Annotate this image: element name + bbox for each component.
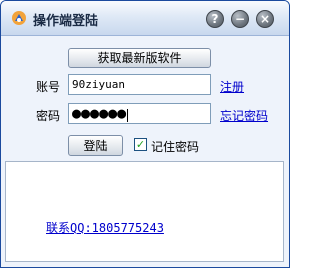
- register-link[interactable]: 注册: [220, 78, 244, 95]
- help-icon: ?: [211, 12, 219, 26]
- minimize-icon: −: [234, 12, 246, 26]
- close-icon: ×: [259, 12, 271, 26]
- app-logo-icon: [12, 11, 26, 25]
- login-window: 操作端登陆 ? − × 获取最新版软件 账号 90ziyuan 注册 密码 ●●…: [0, 0, 290, 268]
- account-input[interactable]: 90ziyuan: [68, 74, 211, 95]
- fetch-latest-button[interactable]: 获取最新版软件: [68, 48, 211, 68]
- forgot-password-link[interactable]: 忘记密码: [220, 107, 268, 124]
- account-label: 账号: [36, 80, 61, 94]
- title-bar[interactable]: 操作端登陆 ? − ×: [1, 1, 289, 36]
- remember-password-checkbox[interactable]: ✓: [134, 138, 147, 151]
- password-input[interactable]: ●●●●●●: [68, 103, 211, 124]
- info-panel: 联系QQ:1805775243: [5, 161, 284, 262]
- remember-password-label[interactable]: 记住密码: [151, 138, 199, 155]
- password-label: 密码: [36, 109, 61, 123]
- help-button[interactable]: ?: [206, 10, 224, 28]
- login-button[interactable]: 登陆: [68, 135, 123, 156]
- window-title: 操作端登陆: [33, 14, 99, 29]
- close-button[interactable]: ×: [256, 10, 274, 28]
- contact-qq-link[interactable]: 联系QQ:1805775243: [46, 219, 164, 236]
- text-caret: [127, 108, 129, 122]
- password-mask: ●●●●●●: [72, 104, 127, 122]
- minimize-button[interactable]: −: [231, 10, 249, 28]
- checkmark-icon: ✓: [135, 138, 146, 151]
